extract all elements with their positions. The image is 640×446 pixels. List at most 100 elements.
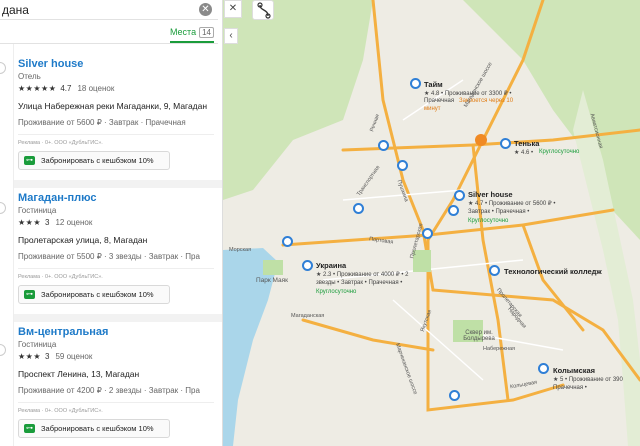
map-pin[interactable] [538, 363, 549, 374]
rating-value: 3 [45, 218, 50, 227]
result-card[interactable]: Вм-центральная Гостиница ★★★ 3 59 оценок П… [18, 326, 220, 438]
place-name: Колымская [553, 366, 596, 375]
divider [18, 402, 214, 403]
book-cashback-button[interactable]: ⊶ Забронировать с кешбэком 10% [18, 285, 170, 304]
ticket-icon: ⊶ [24, 290, 35, 299]
divider [18, 134, 214, 135]
map-pin[interactable] [282, 236, 293, 247]
card-separator [14, 180, 222, 188]
place-name: Тенька [514, 139, 540, 148]
map-pin[interactable] [397, 160, 408, 171]
rating-row: ★★★★★ 4.7 18 оценок [18, 84, 220, 93]
place-info: Прачечная [424, 98, 455, 104]
book-button-label: Забронировать с кешбэком 10% [41, 290, 154, 299]
ticket-icon: ⊶ [24, 156, 35, 165]
result-address: Проспект Ленина, 13, Магадан [18, 369, 140, 379]
ad-disclaimer: Реклама · 0+. ООО «ДубльГИС». [18, 408, 103, 414]
map-pin[interactable] [448, 205, 459, 216]
results-panel: дана ✕ Места 14 Silver house Отель ★★★★★ 4… [0, 0, 223, 446]
search-bar[interactable]: дана ✕ [0, 0, 218, 20]
place-info: ★ 2.3 • Проживание от 4000 ₽ • 2 [316, 272, 409, 278]
review-count[interactable]: 12 оценок [55, 218, 92, 227]
result-card[interactable]: Магадан-плюс Гостиница ★★★ 3 12 оценок Про… [18, 192, 220, 304]
map-pin[interactable] [454, 190, 465, 201]
map-canvas[interactable]: Тайм ★ 4.8 • Проживание от 3300 ₽ • Прач… [223, 0, 640, 446]
street-label: Магаданская [291, 313, 325, 319]
divider [18, 268, 214, 269]
route-button[interactable] [252, 0, 274, 20]
card-separator [14, 314, 222, 322]
search-input[interactable]: дана [2, 3, 29, 17]
result-title[interactable]: Вм-центральная [18, 326, 220, 338]
rail-marker [0, 344, 6, 356]
tab-places-count: 14 [199, 27, 214, 38]
open-status: Круглосуточно [316, 289, 357, 295]
ad-disclaimer: Реклама · 0+. ООО «ДубльГИС». [18, 274, 103, 280]
book-button-label: Забронировать с кешбэком 10% [41, 156, 154, 165]
street-label: Морская [229, 247, 252, 253]
map-pin[interactable] [410, 78, 421, 89]
map-pin[interactable] [422, 228, 433, 239]
tab-bar: Места 14 [0, 20, 218, 44]
rating-stars-icon: ★★★ [18, 352, 42, 361]
book-cashback-button[interactable]: ⊶ Забронировать с кешбэком 10% [18, 151, 170, 170]
result-title[interactable]: Магадан-плюс [18, 192, 220, 204]
map-pin[interactable] [489, 265, 500, 276]
tab-places-label: Места [169, 27, 197, 37]
map-pin[interactable] [378, 140, 389, 151]
result-details: Проживание от 5600 ₽ · Завтрак · Прачечн… [18, 118, 186, 127]
closing-status: минут [424, 106, 441, 112]
rating-value: 3 [45, 352, 50, 361]
result-details: Проживание от 5500 ₽ · 3 звезды · Завтра… [18, 252, 200, 261]
map-pin[interactable] [353, 203, 364, 214]
rating-row: ★★★ 3 12 оценок [18, 218, 220, 227]
place-info: Завтрак • Прачечная • [468, 209, 530, 215]
park-mayak-area [263, 260, 283, 275]
place-info: ★ 5 • Проживание от 390 [553, 377, 623, 383]
result-type: Отель [18, 72, 41, 81]
place-info: Прачечная • [553, 385, 587, 391]
result-address: Пролетарская улица, 8, Магадан [18, 235, 148, 245]
rail-marker [0, 202, 6, 214]
map-pin[interactable] [302, 260, 313, 271]
side-rail [0, 44, 14, 446]
open-status: Круглосуточно [468, 218, 509, 224]
book-button-label: Забронировать с кешбэком 10% [41, 424, 154, 433]
result-title[interactable]: Silver house [18, 58, 220, 70]
rating-stars-icon: ★★★★★ [18, 84, 57, 93]
place-info: ★ 4.6 • [514, 150, 534, 156]
result-details: Проживание от 4200 ₽ · 2 звезды · Завтра… [18, 386, 200, 395]
place-name: Тайм [424, 80, 443, 89]
place-name: Технологический колледж [504, 267, 602, 276]
result-type: Гостиница [18, 340, 57, 349]
place-info: звезды • Завтрак • Прачечная • [316, 280, 403, 286]
street-label: Набережная [483, 346, 515, 352]
place-name: Silver house [468, 190, 513, 199]
book-cashback-button[interactable]: ⊶ Забронировать с кешбэком 10% [18, 419, 170, 438]
map-pin[interactable] [449, 390, 460, 401]
review-count[interactable]: 18 оценок [77, 84, 114, 93]
place-info: ★ 4.7 • Проживание от 5600 ₽ • [468, 201, 556, 207]
route-icon [257, 2, 271, 19]
ticket-icon: ⊶ [24, 424, 35, 433]
place-name: Украина [316, 261, 347, 270]
clear-search-icon[interactable]: ✕ [199, 3, 212, 16]
result-type: Гостиница [18, 206, 57, 215]
close-panel-button[interactable]: ✕ [224, 0, 242, 18]
rating-stars-icon: ★★★ [18, 218, 42, 227]
landmark-label: Сквер им. Болдырева [463, 330, 495, 342]
rail-marker [0, 62, 6, 74]
open-status: Круглосуточно [539, 149, 580, 155]
collapse-panel-button[interactable]: ‹ [224, 28, 238, 44]
landmark-label: Парк Маяк [256, 277, 289, 284]
rating-row: ★★★ 3 59 оценок [18, 352, 220, 361]
ad-disclaimer: Реклама · 0+. ООО «ДубльГИС». [18, 140, 103, 146]
close-icon: ✕ [228, 3, 238, 14]
roundabout [475, 134, 487, 146]
tab-places[interactable]: Места 14 [169, 27, 214, 43]
map-pin[interactable] [500, 138, 511, 149]
review-count[interactable]: 59 оценок [55, 352, 92, 361]
chevron-left-icon: ‹ [229, 30, 233, 41]
result-card[interactable]: Silver house Отель ★★★★★ 4.7 18 оценок Ули… [18, 58, 220, 170]
result-address: Улица Набережная реки Магаданки, 9, Мага… [18, 101, 208, 111]
